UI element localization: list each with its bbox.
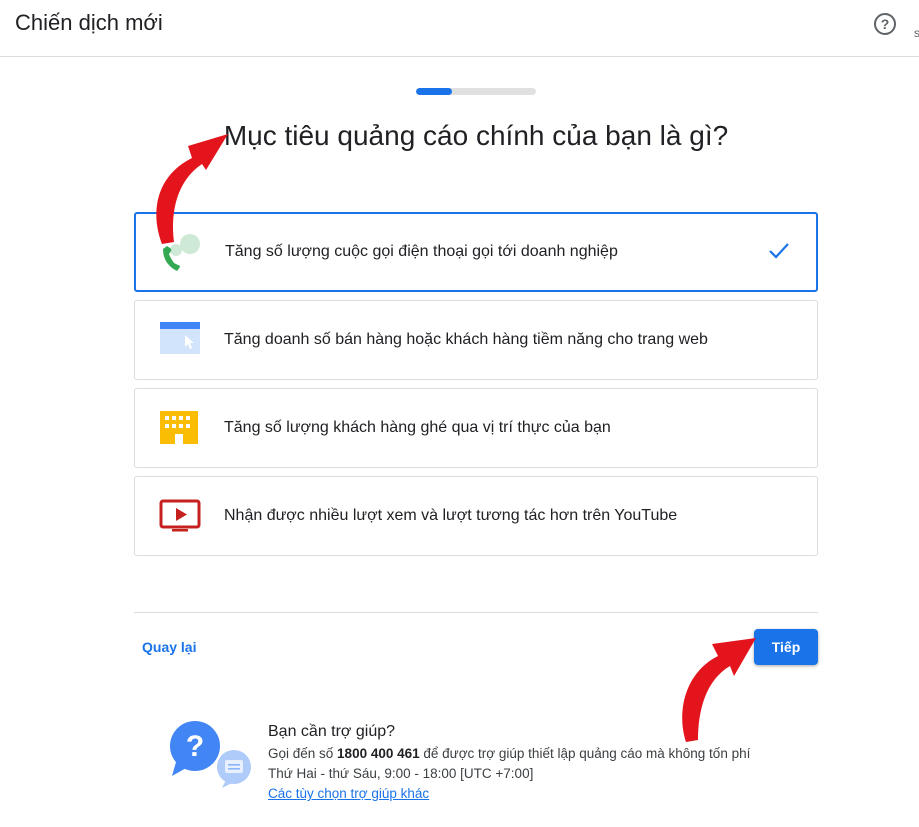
youtube-play-icon — [159, 499, 201, 532]
help-icon[interactable]: ? — [874, 13, 896, 35]
step-progress-bar — [416, 88, 536, 95]
option-youtube-views[interactable]: Nhận được nhiều lượt xem và lượt tương t… — [134, 476, 818, 556]
edge-glyph: s — [914, 26, 919, 40]
more-help-options-link[interactable]: Các tùy chọn trợ giúp khác — [268, 786, 429, 801]
help-section: ? Bạn cần trợ giúp? Gọi đến số 1800 400 … — [168, 718, 808, 818]
option-label: Tăng doanh số bán hàng hoặc khách hàng t… — [224, 331, 708, 348]
help-phone-number: 1800 400 461 — [337, 746, 420, 761]
option-label: Tăng số lượng cuộc gọi điện thoại gọi tớ… — [225, 243, 618, 260]
goal-question-heading: Mục tiêu quảng cáo chính của bạn là gì? — [223, 120, 729, 151]
top-bar: Chiến dịch mới ? s — [0, 0, 919, 57]
help-phone-prefix: Gọi đến số — [268, 746, 338, 761]
option-label: Tăng số lượng khách hàng ghé qua vị trí … — [224, 419, 611, 436]
phone-call-icon — [163, 234, 200, 271]
store-building-icon — [160, 411, 198, 444]
help-title: Bạn cần trợ giúp? — [268, 723, 396, 740]
page-title: Chiến dịch mới — [15, 10, 163, 35]
option-label: Nhận được nhiều lượt xem và lượt tương t… — [224, 507, 678, 524]
back-button[interactable]: Quay lại — [142, 639, 196, 655]
progress-fill — [416, 88, 452, 95]
help-phone-suffix: để được trợ giúp thiết lập quảng cáo mà … — [419, 746, 751, 761]
option-store-visits[interactable]: Tăng số lượng khách hàng ghé qua vị trí … — [134, 388, 818, 468]
check-icon — [769, 243, 789, 259]
next-button[interactable]: Tiếp — [754, 629, 818, 665]
help-phone-line: Gọi đến số 1800 400 461 để được trợ giúp… — [268, 746, 750, 761]
website-icon — [160, 322, 200, 354]
option-phone-calls[interactable]: Tăng số lượng cuộc gọi điện thoại gọi tớ… — [134, 212, 818, 292]
divider — [134, 612, 818, 613]
goal-options-list: Tăng số lượng cuộc gọi điện thoại gọi tớ… — [134, 212, 818, 564]
option-website-sales[interactable]: Tăng doanh số bán hàng hoặc khách hàng t… — [134, 300, 818, 380]
help-chat-icon: ? — [170, 721, 251, 788]
help-hours: Thứ Hai - thứ Sáu, 9:00 - 18:00 [UTC +7:… — [268, 766, 534, 781]
svg-text:?: ? — [186, 730, 204, 763]
